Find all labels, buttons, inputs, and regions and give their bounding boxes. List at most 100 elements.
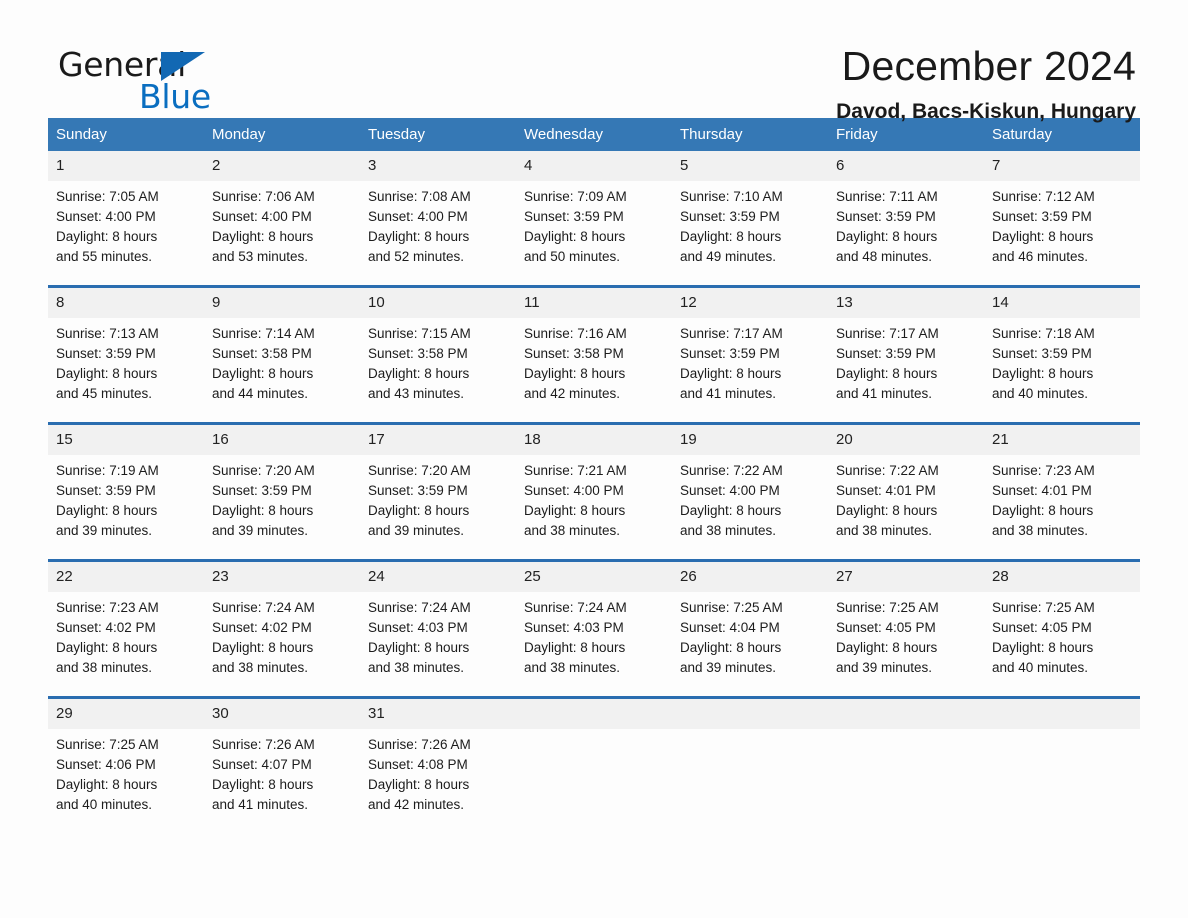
daylight-text-line2: and 41 minutes. [836, 386, 933, 401]
day-cell[interactable]: 19 Sunrise: 7:22 AM Sunset: 4:00 PM Dayl… [672, 422, 828, 561]
day-info: Sunrise: 7:22 AM Sunset: 4:00 PM Dayligh… [672, 455, 828, 559]
day-number: 18 [516, 425, 672, 455]
day-info: Sunrise: 7:14 AM Sunset: 3:58 PM Dayligh… [204, 318, 360, 422]
day-info [516, 729, 672, 833]
day-cell[interactable]: 18 Sunrise: 7:21 AM Sunset: 4:00 PM Dayl… [516, 422, 672, 561]
day-info: Sunrise: 7:24 AM Sunset: 4:03 PM Dayligh… [516, 592, 672, 696]
day-number: 8 [48, 288, 204, 318]
day-number: 10 [360, 288, 516, 318]
sunrise-text: Sunrise: 7:18 AM [992, 326, 1095, 341]
day-cell[interactable]: 4 Sunrise: 7:09 AM Sunset: 3:59 PM Dayli… [516, 151, 672, 287]
daylight-text-line2: and 41 minutes. [680, 386, 777, 401]
day-cell[interactable]: 16 Sunrise: 7:20 AM Sunset: 3:59 PM Dayl… [204, 422, 360, 561]
day-cell[interactable]: 15 Sunrise: 7:19 AM Sunset: 3:59 PM Dayl… [48, 422, 204, 561]
daylight-text-line2: and 52 minutes. [368, 249, 465, 264]
weekday-header-monday: Monday [204, 118, 360, 151]
day-info: Sunrise: 7:10 AM Sunset: 3:59 PM Dayligh… [672, 181, 828, 285]
day-cell[interactable]: 11 Sunrise: 7:16 AM Sunset: 3:58 PM Dayl… [516, 285, 672, 424]
sunset-text: Sunset: 3:58 PM [524, 346, 624, 361]
sunrise-text: Sunrise: 7:10 AM [680, 189, 783, 204]
daylight-text-line2: and 38 minutes. [212, 660, 309, 675]
day-cell[interactable]: 27 Sunrise: 7:25 AM Sunset: 4:05 PM Dayl… [828, 559, 984, 698]
page-title: December 2024 [841, 43, 1136, 89]
sunset-text: Sunset: 3:59 PM [836, 346, 936, 361]
daylight-text-line1: Daylight: 8 hours [56, 503, 158, 518]
day-cell[interactable]: 25 Sunrise: 7:24 AM Sunset: 4:03 PM Dayl… [516, 559, 672, 698]
day-number: 6 [828, 151, 984, 181]
calendar-week-row: 8 Sunrise: 7:13 AM Sunset: 3:59 PM Dayli… [48, 285, 1140, 424]
sunrise-text: Sunrise: 7:25 AM [680, 600, 783, 615]
day-cell[interactable]: 29 Sunrise: 7:25 AM Sunset: 4:06 PM Dayl… [48, 696, 204, 833]
day-info: Sunrise: 7:23 AM Sunset: 4:01 PM Dayligh… [984, 455, 1140, 559]
day-info [828, 729, 984, 833]
daylight-text-line2: and 40 minutes. [992, 386, 1089, 401]
sunrise-text: Sunrise: 7:17 AM [680, 326, 783, 341]
day-cell[interactable]: 21 Sunrise: 7:23 AM Sunset: 4:01 PM Dayl… [984, 422, 1140, 561]
day-info: Sunrise: 7:11 AM Sunset: 3:59 PM Dayligh… [828, 181, 984, 285]
day-cell[interactable]: 23 Sunrise: 7:24 AM Sunset: 4:02 PM Dayl… [204, 559, 360, 698]
sunset-text: Sunset: 4:03 PM [524, 620, 624, 635]
day-cell[interactable]: 17 Sunrise: 7:20 AM Sunset: 3:59 PM Dayl… [360, 422, 516, 561]
day-cell[interactable]: 9 Sunrise: 7:14 AM Sunset: 3:58 PM Dayli… [204, 285, 360, 424]
day-info: Sunrise: 7:25 AM Sunset: 4:04 PM Dayligh… [672, 592, 828, 696]
day-cell[interactable]: 22 Sunrise: 7:23 AM Sunset: 4:02 PM Dayl… [48, 559, 204, 698]
day-cell[interactable]: 26 Sunrise: 7:25 AM Sunset: 4:04 PM Dayl… [672, 559, 828, 698]
day-info [984, 729, 1140, 833]
day-number: 25 [516, 562, 672, 592]
day-cell[interactable]: 7 Sunrise: 7:12 AM Sunset: 3:59 PM Dayli… [984, 151, 1140, 287]
day-info: Sunrise: 7:26 AM Sunset: 4:08 PM Dayligh… [360, 729, 516, 833]
daylight-text-line2: and 39 minutes. [368, 523, 465, 538]
day-number: 2 [204, 151, 360, 181]
sunset-text: Sunset: 4:00 PM [524, 483, 624, 498]
day-number: 21 [984, 425, 1140, 455]
calendar-table: Sunday Monday Tuesday Wednesday Thursday… [48, 118, 1140, 833]
page-header: General Blue December 2024 Davod, Bacs-K… [48, 0, 1140, 123]
day-cell[interactable]: 24 Sunrise: 7:24 AM Sunset: 4:03 PM Dayl… [360, 559, 516, 698]
day-cell[interactable]: 5 Sunrise: 7:10 AM Sunset: 3:59 PM Dayli… [672, 151, 828, 287]
day-number: 22 [48, 562, 204, 592]
sunrise-text: Sunrise: 7:14 AM [212, 326, 315, 341]
daylight-text-line1: Daylight: 8 hours [524, 503, 626, 518]
day-number: 12 [672, 288, 828, 318]
day-number [516, 699, 672, 729]
day-info: Sunrise: 7:18 AM Sunset: 3:59 PM Dayligh… [984, 318, 1140, 422]
sunrise-text: Sunrise: 7:19 AM [56, 463, 159, 478]
day-cell[interactable]: 2 Sunrise: 7:06 AM Sunset: 4:00 PM Dayli… [204, 151, 360, 287]
day-cell[interactable]: 1 Sunrise: 7:05 AM Sunset: 4:00 PM Dayli… [48, 151, 204, 287]
sunset-text: Sunset: 4:03 PM [368, 620, 468, 635]
day-cell[interactable]: 6 Sunrise: 7:11 AM Sunset: 3:59 PM Dayli… [828, 151, 984, 287]
day-info: Sunrise: 7:15 AM Sunset: 3:58 PM Dayligh… [360, 318, 516, 422]
day-number: 24 [360, 562, 516, 592]
day-number: 17 [360, 425, 516, 455]
day-number: 9 [204, 288, 360, 318]
day-cell[interactable]: 20 Sunrise: 7:22 AM Sunset: 4:01 PM Dayl… [828, 422, 984, 561]
day-number: 26 [672, 562, 828, 592]
day-cell[interactable]: 28 Sunrise: 7:25 AM Sunset: 4:05 PM Dayl… [984, 559, 1140, 698]
general-blue-logo: General Blue [58, 46, 258, 118]
sunrise-text: Sunrise: 7:16 AM [524, 326, 627, 341]
day-number: 1 [48, 151, 204, 181]
day-cell[interactable]: 8 Sunrise: 7:13 AM Sunset: 3:59 PM Dayli… [48, 285, 204, 424]
sunrise-text: Sunrise: 7:11 AM [836, 189, 938, 204]
day-number: 23 [204, 562, 360, 592]
calendar-week-row: 29 Sunrise: 7:25 AM Sunset: 4:06 PM Dayl… [48, 696, 1140, 833]
day-cell[interactable]: 12 Sunrise: 7:17 AM Sunset: 3:59 PM Dayl… [672, 285, 828, 424]
day-cell[interactable]: 13 Sunrise: 7:17 AM Sunset: 3:59 PM Dayl… [828, 285, 984, 424]
sunset-text: Sunset: 3:59 PM [56, 483, 156, 498]
day-cell[interactable]: 30 Sunrise: 7:26 AM Sunset: 4:07 PM Dayl… [204, 696, 360, 833]
day-cell[interactable]: 10 Sunrise: 7:15 AM Sunset: 3:58 PM Dayl… [360, 285, 516, 424]
day-info: Sunrise: 7:19 AM Sunset: 3:59 PM Dayligh… [48, 455, 204, 559]
day-cell[interactable]: 3 Sunrise: 7:08 AM Sunset: 4:00 PM Dayli… [360, 151, 516, 287]
day-cell-empty [672, 696, 828, 833]
day-number: 3 [360, 151, 516, 181]
daylight-text-line2: and 39 minutes. [836, 660, 933, 675]
daylight-text-line2: and 43 minutes. [368, 386, 465, 401]
daylight-text-line2: and 38 minutes. [56, 660, 153, 675]
calendar-page: General Blue December 2024 Davod, Bacs-K… [0, 0, 1188, 918]
sunrise-text: Sunrise: 7:17 AM [836, 326, 939, 341]
day-number: 7 [984, 151, 1140, 181]
day-cell[interactable]: 31 Sunrise: 7:26 AM Sunset: 4:08 PM Dayl… [360, 696, 516, 833]
day-cell[interactable]: 14 Sunrise: 7:18 AM Sunset: 3:59 PM Dayl… [984, 285, 1140, 424]
daylight-text-line1: Daylight: 8 hours [368, 640, 470, 655]
sunrise-text: Sunrise: 7:23 AM [992, 463, 1095, 478]
